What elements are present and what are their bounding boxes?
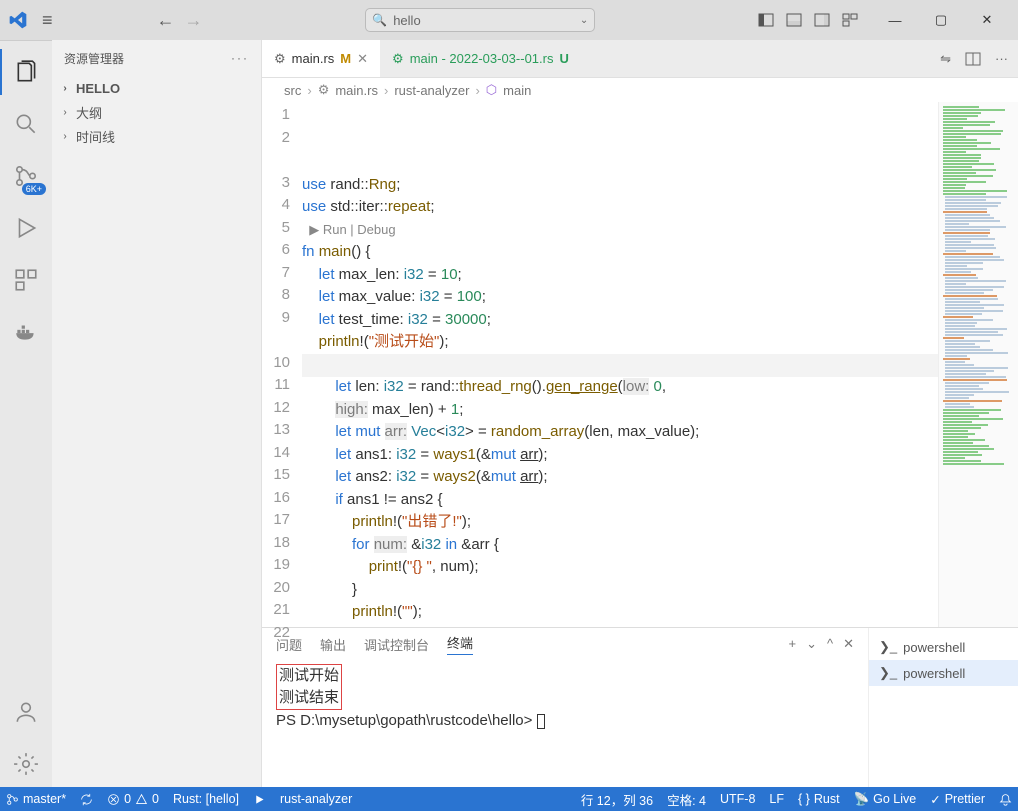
minimize-button[interactable]: — (872, 0, 918, 40)
status-encoding[interactable]: UTF-8 (720, 792, 755, 806)
tab-main-rs[interactable]: ⚙ main.rs M ✕ (262, 40, 380, 77)
panel: 问题 输出 调试控制台 终端 + ⌄ ^ ✕ 测试开始测试结束 PS D:\my… (262, 627, 1018, 787)
maximize-button[interactable]: ▢ (918, 0, 964, 40)
status-rust-analyzer[interactable]: rust-analyzer (280, 792, 352, 806)
code-editor[interactable]: use rand::Rng;use std::iter::repeat; ▶ R… (302, 102, 938, 627)
nav-fwd-icon: → (185, 10, 203, 31)
status-errors[interactable]: 0 0 (107, 792, 159, 806)
cursor (537, 714, 545, 729)
layout-sidebar-left-icon[interactable] (758, 12, 774, 28)
panel-tab-output[interactable]: 输出 (320, 635, 346, 654)
terminal-dropdown-icon[interactable]: ⌄ (806, 636, 817, 652)
breadcrumb[interactable]: src› ⚙main.rs› rust-analyzer› ⬡main (262, 78, 1018, 102)
tab-main-backup[interactable]: ⚙ main - 2022-03-03--01.rs U (380, 40, 581, 77)
rust-file-icon: ⚙ (318, 82, 330, 98)
menu-icon[interactable]: ≡ (34, 10, 61, 31)
status-position[interactable]: 行 12，列 36 (581, 790, 653, 809)
status-rust-project[interactable]: Rust: [hello] (173, 792, 239, 806)
terminal-item[interactable]: ❯_powershell (869, 634, 1018, 660)
search-activity-icon[interactable] (0, 101, 52, 147)
command-center[interactable]: 🔍 hello ⌄ (365, 8, 595, 32)
shell-icon: ❯_ (879, 639, 897, 655)
split-editor-icon[interactable] (965, 51, 981, 67)
editor-area: ⚙ main.rs M ✕ ⚙ main - 2022-03-03--01.rs… (262, 40, 1018, 787)
sidebar: 资源管理器 ··· ›HELLO ›大纲 ›时间线 (52, 40, 262, 787)
more-icon[interactable]: ··· (995, 51, 1008, 66)
account-icon[interactable] (0, 689, 52, 735)
line-gutter[interactable]: 12345678910111213141516171819202122 (262, 102, 302, 627)
panel-close-icon[interactable]: ✕ (843, 636, 854, 652)
customize-layout-icon[interactable] (842, 12, 858, 28)
compare-icon[interactable]: ⇋ (940, 51, 951, 67)
minimap[interactable] (938, 102, 1018, 627)
layout-panel-icon[interactable] (786, 12, 802, 28)
sidebar-section-timeline[interactable]: ›时间线 (52, 124, 261, 148)
status-golive[interactable]: 📡 Go Live (854, 792, 917, 807)
explorer-icon[interactable] (0, 49, 52, 95)
close-icon[interactable]: ✕ (357, 51, 368, 67)
status-spaces[interactable]: 空格: 4 (667, 790, 706, 809)
tab-bar: ⚙ main.rs M ✕ ⚙ main - 2022-03-03--01.rs… (262, 40, 1018, 78)
extensions-icon[interactable] (0, 257, 52, 303)
cmd-text: hello (393, 13, 420, 28)
scm-icon[interactable]: 6K+ (0, 153, 52, 199)
status-branch[interactable]: master* (6, 792, 66, 806)
vscode-icon (8, 10, 28, 30)
status-run[interactable] (253, 793, 266, 806)
symbol-icon: ⬡ (486, 82, 497, 98)
rust-file-icon: ⚙ (274, 51, 286, 67)
status-bar: master* 0 0 Rust: [hello] rust-analyzer … (0, 787, 1018, 811)
close-button[interactable]: ✕ (964, 0, 1010, 40)
sidebar-section-outline[interactable]: ›大纲 (52, 100, 261, 124)
search-icon: 🔍 (372, 13, 387, 27)
layout-sidebar-right-icon[interactable] (814, 12, 830, 28)
rust-file-icon: ⚙ (392, 51, 404, 67)
panel-tab-debug[interactable]: 调试控制台 (364, 635, 429, 654)
nav-back-icon[interactable]: ← (157, 10, 175, 31)
status-sync[interactable] (80, 793, 93, 806)
new-terminal-icon[interactable]: + (788, 636, 796, 652)
status-notifications-icon[interactable] (999, 793, 1012, 806)
status-eol[interactable]: LF (769, 792, 784, 806)
sidebar-title: 资源管理器 (64, 50, 124, 67)
panel-maximize-icon[interactable]: ^ (827, 636, 833, 652)
panel-tab-terminal[interactable]: 终端 (447, 633, 473, 655)
terminal-list: ❯_powershell ❯_powershell (868, 628, 1018, 787)
gear-icon[interactable] (0, 741, 52, 787)
shell-icon: ❯_ (879, 665, 897, 681)
status-prettier[interactable]: ✓ Prettier (930, 792, 985, 807)
activity-bar: 6K+ (0, 40, 52, 787)
terminal-item[interactable]: ❯_powershell (869, 660, 1018, 686)
status-lang[interactable]: { } Rust (798, 792, 840, 806)
sidebar-more-icon[interactable]: ··· (231, 51, 249, 65)
debug-icon[interactable] (0, 205, 52, 251)
title-bar: ≡ ← → 🔍 hello ⌄ — ▢ ✕ (0, 0, 1018, 40)
terminal-output[interactable]: 测试开始测试结束 PS D:\mysetup\gopath\rustcode\h… (262, 660, 868, 787)
docker-icon[interactable] (0, 309, 52, 355)
sidebar-section-hello[interactable]: ›HELLO (52, 76, 261, 100)
chevron-down-icon[interactable]: ⌄ (580, 15, 588, 26)
